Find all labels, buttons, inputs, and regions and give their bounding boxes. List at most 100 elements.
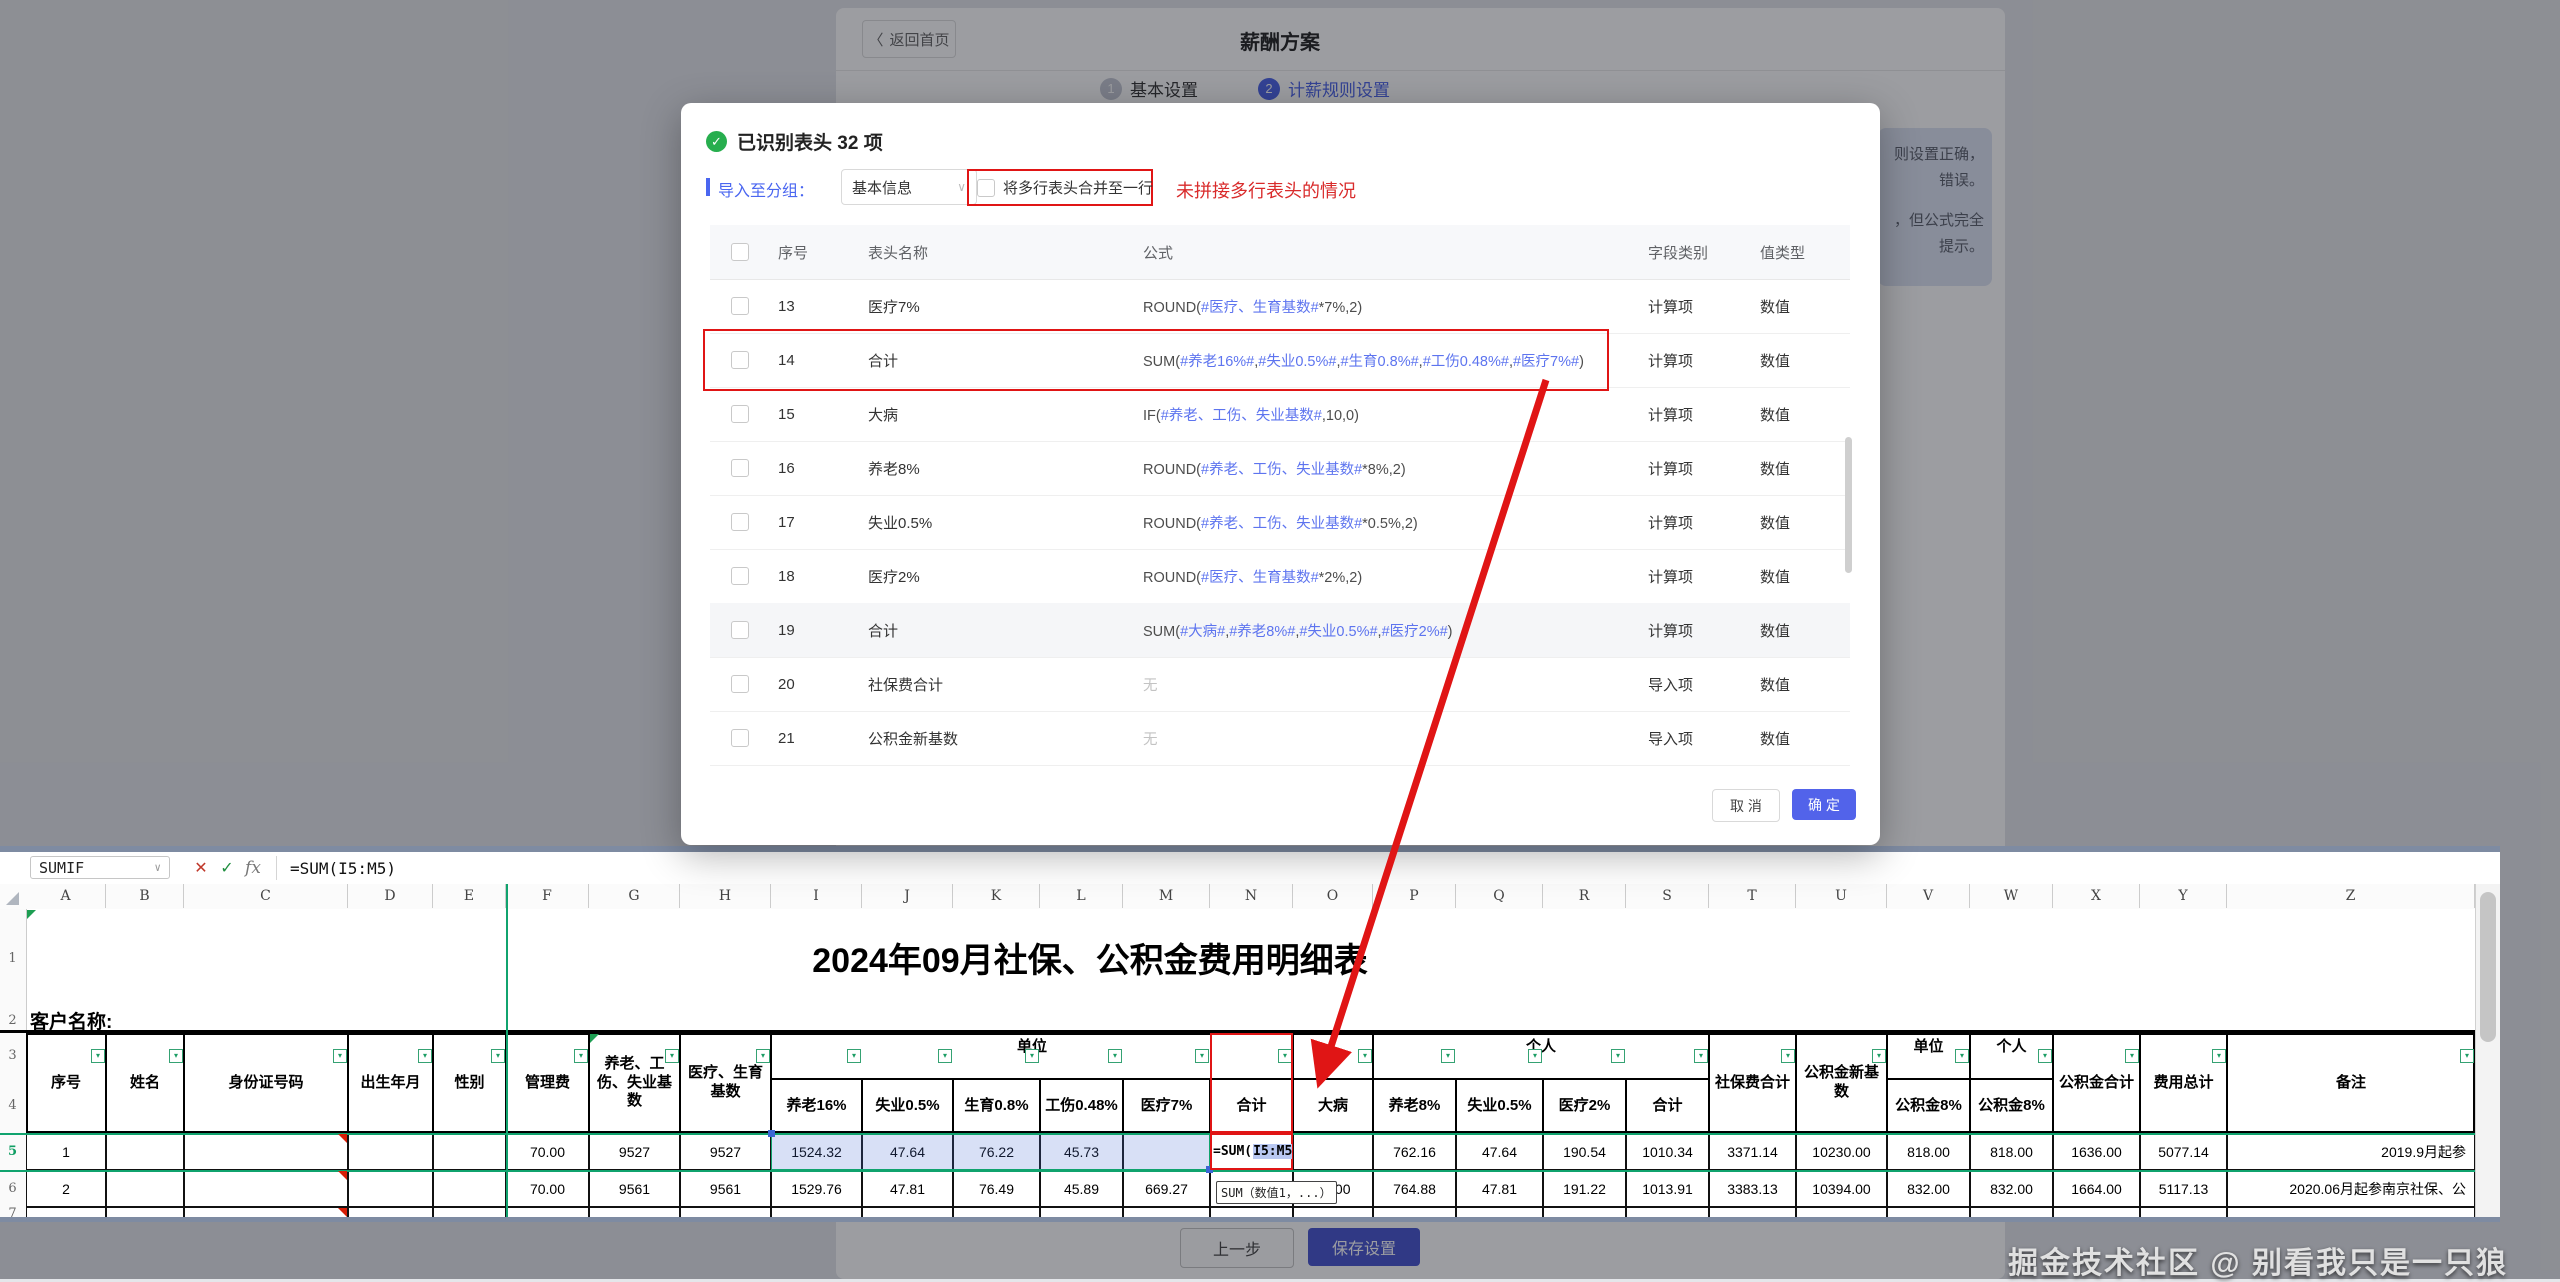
column-header-B[interactable]: B bbox=[106, 884, 184, 908]
column-header-R[interactable]: R bbox=[1543, 884, 1626, 908]
cell-O7[interactable] bbox=[1293, 1207, 1373, 1217]
filter-dropdown-Y[interactable]: ▾ bbox=[2212, 1049, 2226, 1063]
cell-Z6[interactable]: 2020.06月起参南京社保、公 bbox=[2227, 1170, 2475, 1207]
filter-dropdown-E[interactable]: ▾ bbox=[491, 1049, 505, 1063]
cell-Y5[interactable]: 5077.14 bbox=[2140, 1133, 2227, 1170]
sheet-grid[interactable]: 12345672024年09月社保、公积金费用明细表客户名称:序号姓名身份证号码… bbox=[0, 909, 2500, 1217]
filter-dropdown-V[interactable]: ▾ bbox=[1955, 1049, 1969, 1063]
cell-H7[interactable] bbox=[680, 1207, 771, 1217]
spreadsheet-window[interactable]: SUMIF ∨ ✕ ✓ fx =SUM(I5:M5) ABCDEFGHIJKLM… bbox=[0, 846, 2500, 1222]
column-header-E[interactable]: E bbox=[433, 884, 506, 908]
cell-R5[interactable]: 190.54 bbox=[1543, 1133, 1626, 1170]
filter-dropdown-S[interactable]: ▾ bbox=[1694, 1049, 1708, 1063]
header-T[interactable]: 社保费合计 bbox=[1709, 1033, 1796, 1133]
cell-P6[interactable]: 764.88 bbox=[1373, 1170, 1456, 1207]
row-checkbox[interactable] bbox=[731, 405, 749, 423]
cell-S6[interactable]: 1013.91 bbox=[1626, 1170, 1709, 1207]
cell-D5[interactable] bbox=[348, 1133, 433, 1170]
cell-I7[interactable] bbox=[771, 1207, 862, 1217]
header-Z[interactable]: 备注 bbox=[2227, 1033, 2475, 1133]
filter-dropdown-X[interactable]: ▾ bbox=[2125, 1049, 2139, 1063]
cell-K6[interactable]: 76.49 bbox=[953, 1170, 1040, 1207]
cell-P5[interactable]: 762.16 bbox=[1373, 1133, 1456, 1170]
filter-dropdown-G[interactable]: ▾ bbox=[665, 1049, 679, 1063]
cell-Y7[interactable] bbox=[2140, 1207, 2227, 1217]
column-header-J[interactable]: J bbox=[862, 884, 953, 908]
cell-D7[interactable] bbox=[348, 1207, 433, 1217]
fx-icon[interactable]: fx bbox=[242, 858, 264, 878]
cell-V6[interactable]: 832.00 bbox=[1887, 1170, 1970, 1207]
cell-W7[interactable] bbox=[1970, 1207, 2053, 1217]
column-header-G[interactable]: G bbox=[589, 884, 680, 908]
column-header-Z[interactable]: Z bbox=[2227, 884, 2475, 908]
cell-G6[interactable]: 9561 bbox=[589, 1170, 680, 1207]
cell-X6[interactable]: 1664.00 bbox=[2053, 1170, 2140, 1207]
filter-dropdown-A[interactable]: ▾ bbox=[91, 1049, 105, 1063]
row-checkbox[interactable] bbox=[731, 567, 749, 585]
row-checkbox[interactable] bbox=[731, 459, 749, 477]
cell-J7[interactable] bbox=[862, 1207, 953, 1217]
editing-cell[interactable]: =SUM(I5:M5 bbox=[1210, 1133, 1293, 1170]
cell-Q7[interactable] bbox=[1456, 1207, 1543, 1217]
cell-C5[interactable] bbox=[184, 1133, 348, 1170]
cell-B7[interactable] bbox=[106, 1207, 184, 1217]
header-O[interactable]: 大病 bbox=[1293, 1079, 1373, 1133]
cell-U7[interactable] bbox=[1796, 1207, 1887, 1217]
column-header-N[interactable]: N bbox=[1210, 884, 1293, 908]
cell-L6[interactable]: 45.89 bbox=[1040, 1170, 1123, 1207]
header-G[interactable]: 养老、工伤、失业基数 bbox=[589, 1033, 680, 1133]
cell-B6[interactable] bbox=[106, 1170, 184, 1207]
column-header-Q[interactable]: Q bbox=[1456, 884, 1543, 908]
column-header-O[interactable]: O bbox=[1293, 884, 1373, 908]
cell-N7[interactable] bbox=[1210, 1207, 1293, 1217]
row-checkbox[interactable] bbox=[731, 729, 749, 747]
filter-dropdown-C[interactable]: ▾ bbox=[333, 1049, 347, 1063]
column-header-U[interactable]: U bbox=[1796, 884, 1887, 908]
cell-T7[interactable] bbox=[1709, 1207, 1796, 1217]
filter-dropdown-O[interactable]: ▾ bbox=[1358, 1049, 1372, 1063]
cell-T6[interactable]: 3383.13 bbox=[1709, 1170, 1796, 1207]
headers-table-row-21[interactable]: 21公积金新基数无导入项数值 bbox=[710, 711, 1850, 766]
header-I[interactable]: 养老16% bbox=[771, 1079, 862, 1133]
header-C[interactable]: 身份证号码 bbox=[184, 1033, 348, 1133]
cell-G7[interactable] bbox=[589, 1207, 680, 1217]
filter-dropdown-F[interactable]: ▾ bbox=[574, 1049, 588, 1063]
column-header-H[interactable]: H bbox=[680, 884, 771, 908]
selection-handle[interactable] bbox=[768, 1130, 775, 1137]
headers-table-row-20[interactable]: 20社保费合计无导入项数值 bbox=[710, 657, 1850, 712]
header-P[interactable]: 养老8% bbox=[1373, 1079, 1456, 1133]
cell-Y6[interactable]: 5117.13 bbox=[2140, 1170, 2227, 1207]
cell-R7[interactable] bbox=[1543, 1207, 1626, 1217]
cell-V5[interactable]: 818.00 bbox=[1887, 1133, 1970, 1170]
cell-Q5[interactable]: 47.64 bbox=[1456, 1133, 1543, 1170]
formula-cancel-icon[interactable]: ✕ bbox=[190, 858, 212, 878]
row-number-2[interactable]: 2 bbox=[0, 1013, 25, 1028]
cell-V7[interactable] bbox=[1887, 1207, 1970, 1217]
dialog-scrollbar-thumb[interactable] bbox=[1845, 437, 1852, 573]
headers-table-row-13[interactable]: 13医疗7%ROUND(#医疗、生育基数#*7%,2)计算项数值 bbox=[710, 279, 1850, 334]
cell-H5[interactable]: 9527 bbox=[680, 1133, 771, 1170]
filter-dropdown-T[interactable]: ▾ bbox=[1781, 1049, 1795, 1063]
header-H[interactable]: 医疗、生育基数 bbox=[680, 1033, 771, 1133]
cell-F7[interactable] bbox=[506, 1207, 589, 1217]
row-checkbox[interactable] bbox=[731, 243, 749, 261]
row-checkbox[interactable] bbox=[731, 621, 749, 639]
filter-dropdown-M[interactable]: ▾ bbox=[1195, 1049, 1209, 1063]
header-M[interactable]: 医疗7% bbox=[1123, 1079, 1210, 1133]
cell-E6[interactable] bbox=[433, 1170, 506, 1207]
formula-confirm-icon[interactable]: ✓ bbox=[216, 858, 238, 878]
cell-A6[interactable]: 2 bbox=[26, 1170, 106, 1207]
cell-F6[interactable]: 70.00 bbox=[506, 1170, 589, 1207]
filter-dropdown-I[interactable]: ▾ bbox=[847, 1049, 861, 1063]
column-header-I[interactable]: I bbox=[771, 884, 862, 908]
header-A[interactable]: 序号 bbox=[26, 1033, 106, 1133]
cell-X7[interactable] bbox=[2053, 1207, 2140, 1217]
headers-table-row-16[interactable]: 16养老8%ROUND(#养老、工伤、失业基数#*8%,2)计算项数值 bbox=[710, 441, 1850, 496]
filter-dropdown-L[interactable]: ▾ bbox=[1108, 1049, 1122, 1063]
cell-I6[interactable]: 1529.76 bbox=[771, 1170, 862, 1207]
header-Y[interactable]: 费用总计 bbox=[2140, 1033, 2227, 1133]
filter-dropdown-R[interactable]: ▾ bbox=[1611, 1049, 1625, 1063]
row-number-1[interactable]: 1 bbox=[0, 951, 25, 966]
row-checkbox[interactable] bbox=[731, 297, 749, 315]
column-header-X[interactable]: X bbox=[2053, 884, 2140, 908]
